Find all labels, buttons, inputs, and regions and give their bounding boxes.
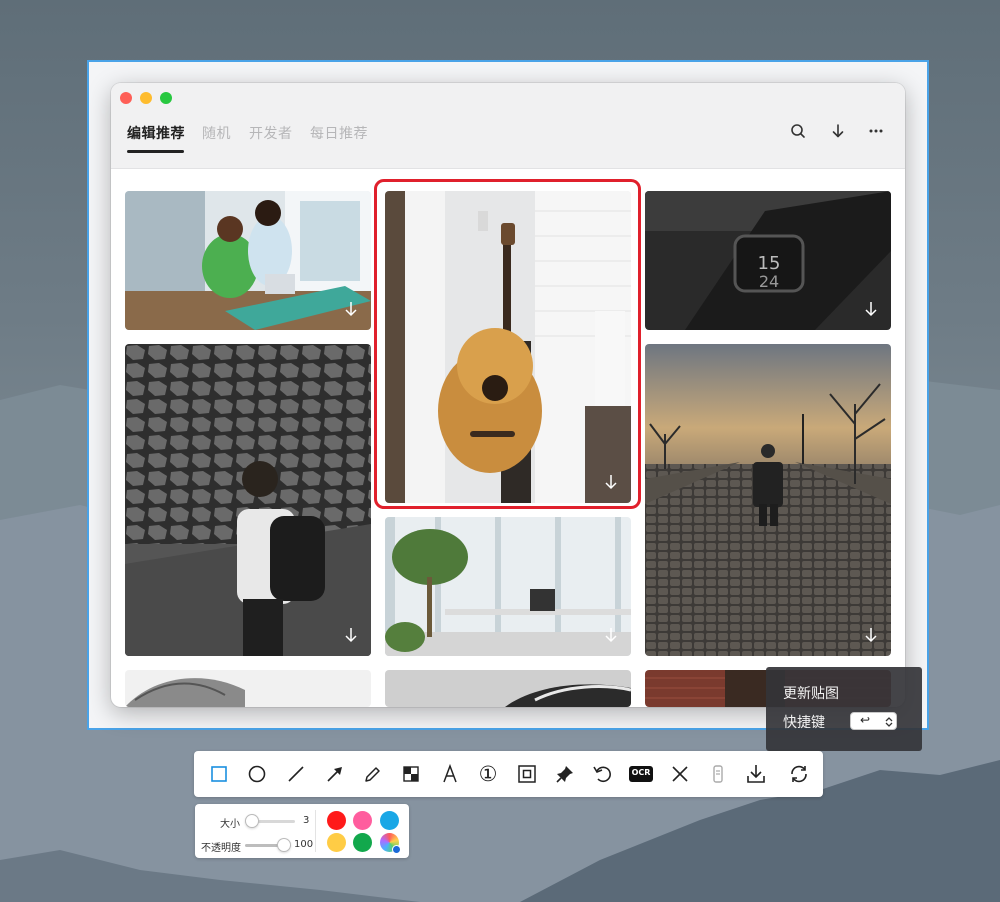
- svg-text:24: 24: [759, 272, 779, 291]
- undo-icon[interactable]: [590, 762, 614, 786]
- style-options-panel: 大小 3 不透明度 100: [195, 804, 409, 858]
- tab-daily-picks[interactable]: 每日推荐: [310, 123, 368, 143]
- text-tool-icon[interactable]: [438, 762, 462, 786]
- serial-number-tool-icon[interactable]: ①: [476, 762, 500, 786]
- annotation-toolbar: ① OCR: [194, 751, 823, 797]
- photo-download-icon[interactable]: [343, 300, 359, 318]
- photo-man-backpack-image: [125, 344, 371, 656]
- ellipse-tool-icon[interactable]: [245, 762, 269, 786]
- more-icon[interactable]: [866, 121, 886, 141]
- long-screenshot-icon[interactable]: [706, 762, 730, 786]
- photo-download-icon[interactable]: [343, 626, 359, 644]
- maximize-window-button[interactable]: [160, 92, 172, 104]
- photo-office-interior-image: [385, 517, 631, 656]
- more-colors-badge: [392, 845, 401, 854]
- color-blue-swatch[interactable]: [380, 811, 399, 830]
- update-sticker-item[interactable]: 更新贴图: [783, 683, 839, 703]
- opacity-label: 不透明度: [201, 843, 241, 854]
- border-tool-icon[interactable]: [515, 762, 539, 786]
- svg-text:15: 15: [758, 253, 781, 274]
- app-window: 编辑推荐 随机 开发者 每日推荐 15 24: [111, 83, 905, 707]
- photo-smartwatch[interactable]: 15 24: [645, 191, 891, 330]
- color-green-swatch[interactable]: [353, 833, 372, 852]
- photo-office-interior[interactable]: [385, 517, 631, 656]
- line-tool-icon[interactable]: [284, 762, 308, 786]
- photo-office-women-image: [125, 191, 371, 330]
- popup-menu: 更新贴图 快捷键 ↩: [766, 667, 922, 751]
- photo-download-icon[interactable]: [603, 626, 619, 644]
- chevron-updown-icon: [885, 717, 893, 727]
- save-icon[interactable]: [744, 762, 768, 786]
- photo-office-women[interactable]: [125, 191, 371, 330]
- photo-partial-1[interactable]: [125, 670, 371, 707]
- photo-partial-2[interactable]: [385, 670, 631, 707]
- color-picker-icon[interactable]: [380, 833, 401, 854]
- refresh-icon[interactable]: [787, 762, 811, 786]
- tab-random[interactable]: 随机: [202, 123, 231, 143]
- rectangle-tool-icon[interactable]: [207, 762, 231, 786]
- close-window-button[interactable]: [120, 92, 132, 104]
- opacity-slider-knob[interactable]: [277, 838, 291, 852]
- color-pink-swatch[interactable]: [353, 811, 372, 830]
- shortcut-label: 快捷键: [783, 715, 825, 731]
- photo-partial-2-image: [385, 670, 631, 707]
- active-tab-indicator: [127, 150, 184, 153]
- window-header: 编辑推荐 随机 开发者 每日推荐: [111, 83, 905, 169]
- size-slider-knob[interactable]: [245, 814, 259, 828]
- search-icon[interactable]: [788, 121, 808, 141]
- photo-man-backpack[interactable]: [125, 344, 371, 656]
- ocr-button[interactable]: OCR: [629, 766, 653, 782]
- color-yellow-swatch[interactable]: [327, 833, 346, 852]
- mosaic-tool-icon[interactable]: [399, 762, 423, 786]
- pencil-tool-icon[interactable]: [361, 762, 385, 786]
- size-label: 大小: [220, 819, 240, 830]
- download-icon[interactable]: [828, 121, 848, 141]
- close-icon[interactable]: [668, 762, 692, 786]
- pin-icon[interactable]: [553, 762, 577, 786]
- tab-editor-picks[interactable]: 编辑推荐: [127, 123, 185, 143]
- opacity-value: 100: [294, 839, 314, 850]
- annotation-rectangle[interactable]: [374, 179, 641, 509]
- photo-partial-1-image: [125, 670, 371, 707]
- photo-man-cobblestone-image: [645, 344, 891, 656]
- divider: [315, 810, 316, 852]
- arrow-tool-icon[interactable]: [323, 762, 347, 786]
- photo-download-icon[interactable]: [863, 626, 879, 644]
- color-red-swatch[interactable]: [327, 811, 346, 830]
- shortcut-select[interactable]: ↩: [850, 712, 897, 730]
- photo-smartwatch-image: 15 24: [645, 191, 891, 330]
- photo-man-cobblestone[interactable]: [645, 344, 891, 656]
- tab-developer[interactable]: 开发者: [249, 123, 293, 143]
- return-key-icon: ↩: [860, 713, 871, 727]
- photo-download-icon[interactable]: [863, 300, 879, 318]
- size-value: 3: [303, 815, 310, 826]
- minimize-window-button[interactable]: [140, 92, 152, 104]
- ocr-label: OCR: [631, 768, 651, 777]
